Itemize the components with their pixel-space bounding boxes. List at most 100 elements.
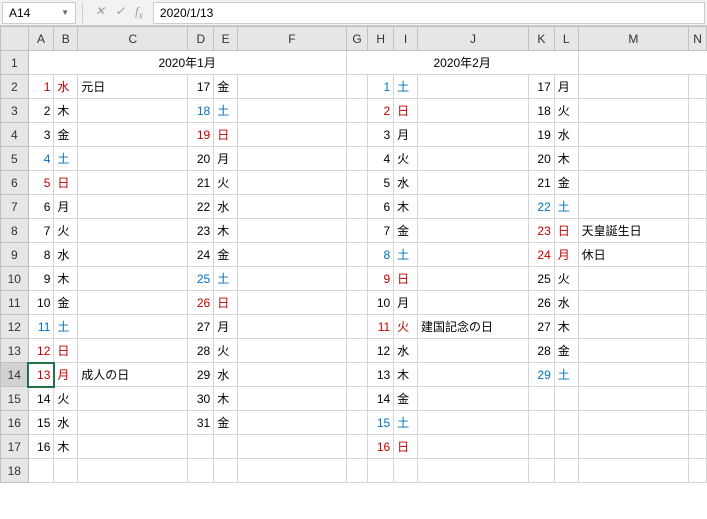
cell-J15[interactable] (418, 387, 529, 411)
cell-L11[interactable]: 水 (554, 291, 578, 315)
cell-D16[interactable]: 31 (188, 411, 214, 435)
row-header-13[interactable]: 13 (1, 339, 29, 363)
cell-M18[interactable] (578, 459, 689, 483)
cell-N9[interactable] (689, 243, 707, 267)
cell-I6[interactable]: 水 (394, 171, 418, 195)
cell-L13[interactable]: 金 (554, 339, 578, 363)
cell-I8[interactable]: 金 (394, 219, 418, 243)
cell-I14[interactable]: 木 (394, 363, 418, 387)
cell-J11[interactable] (418, 291, 529, 315)
cell-F8[interactable] (238, 219, 347, 243)
cell-D12[interactable]: 27 (188, 315, 214, 339)
cell-H5[interactable]: 4 (368, 147, 394, 171)
cell-K8[interactable]: 23 (528, 219, 554, 243)
cell-A15[interactable]: 14 (28, 387, 54, 411)
cell-N17[interactable] (689, 435, 707, 459)
cell-F13[interactable] (238, 339, 347, 363)
cell-N2[interactable] (689, 75, 707, 99)
cell-J17[interactable] (418, 435, 529, 459)
cell-E8[interactable]: 木 (214, 219, 238, 243)
col-header-G[interactable]: G (346, 27, 368, 51)
cell-N8[interactable] (689, 219, 707, 243)
cell-J5[interactable] (418, 147, 529, 171)
cell-I15[interactable]: 金 (394, 387, 418, 411)
cell-L2[interactable]: 月 (554, 75, 578, 99)
cell-E10[interactable]: 土 (214, 267, 238, 291)
fx-icon[interactable]: fx (135, 4, 143, 21)
cell-B4[interactable]: 金 (54, 123, 78, 147)
cell-J3[interactable] (418, 99, 529, 123)
cell-J7[interactable] (418, 195, 529, 219)
cell-F11[interactable] (238, 291, 347, 315)
cell-L4[interactable]: 水 (554, 123, 578, 147)
cell-G4[interactable] (346, 123, 368, 147)
cell-G5[interactable] (346, 147, 368, 171)
cell-E18[interactable] (214, 459, 238, 483)
cell-I3[interactable]: 日 (394, 99, 418, 123)
cell-F17[interactable] (238, 435, 347, 459)
cell-L18[interactable] (554, 459, 578, 483)
row-header-18[interactable]: 18 (1, 459, 29, 483)
cell-A3[interactable]: 2 (28, 99, 54, 123)
cell-A9[interactable]: 8 (28, 243, 54, 267)
row-header-12[interactable]: 12 (1, 315, 29, 339)
cell-G12[interactable] (346, 315, 368, 339)
cell-D7[interactable]: 22 (188, 195, 214, 219)
cell-I11[interactable]: 月 (394, 291, 418, 315)
cell-C8[interactable] (78, 219, 188, 243)
cell-H17[interactable]: 16 (368, 435, 394, 459)
cell-J6[interactable] (418, 171, 529, 195)
cell-A17[interactable]: 16 (28, 435, 54, 459)
cell-E3[interactable]: 土 (214, 99, 238, 123)
row-header-17[interactable]: 17 (1, 435, 29, 459)
cell-B14[interactable]: 月 (54, 363, 78, 387)
cell-A2[interactable]: 1 (28, 75, 54, 99)
cell-G13[interactable] (346, 339, 368, 363)
name-box-dropdown-icon[interactable]: ▼ (61, 8, 69, 17)
cell-I9[interactable]: 土 (394, 243, 418, 267)
cell-A4[interactable]: 3 (28, 123, 54, 147)
cell-A7[interactable]: 6 (28, 195, 54, 219)
cell-H18[interactable] (368, 459, 394, 483)
cell-A12[interactable]: 11 (28, 315, 54, 339)
cell-B11[interactable]: 金 (54, 291, 78, 315)
cell-F14[interactable] (238, 363, 347, 387)
cell-J16[interactable] (418, 411, 529, 435)
row-header-14[interactable]: 14 (1, 363, 29, 387)
cell-K11[interactable]: 26 (528, 291, 554, 315)
cell-H3[interactable]: 2 (368, 99, 394, 123)
cell-C7[interactable] (78, 195, 188, 219)
cell-F16[interactable] (238, 411, 347, 435)
cell-H15[interactable]: 14 (368, 387, 394, 411)
cell-L12[interactable]: 木 (554, 315, 578, 339)
select-all-corner[interactable] (1, 27, 29, 51)
cell-N13[interactable] (689, 339, 707, 363)
cell-G10[interactable] (346, 267, 368, 291)
cell-K5[interactable]: 20 (528, 147, 554, 171)
formula-input[interactable]: 2020/1/13 (153, 2, 705, 24)
cell-B18[interactable] (54, 459, 78, 483)
cell-E7[interactable]: 水 (214, 195, 238, 219)
cell-M16[interactable] (578, 411, 689, 435)
cell-K15[interactable] (528, 387, 554, 411)
cell-G11[interactable] (346, 291, 368, 315)
cell-I5[interactable]: 火 (394, 147, 418, 171)
cell-D6[interactable]: 21 (188, 171, 214, 195)
cell-I13[interactable]: 水 (394, 339, 418, 363)
cell-F7[interactable] (238, 195, 347, 219)
cell-C3[interactable] (78, 99, 188, 123)
cell-L9[interactable]: 月 (554, 243, 578, 267)
cell-G9[interactable] (346, 243, 368, 267)
cell-J12[interactable]: 建国記念の日 (418, 315, 529, 339)
cell-N5[interactable] (689, 147, 707, 171)
cell-M5[interactable] (578, 147, 689, 171)
cell-I16[interactable]: 土 (394, 411, 418, 435)
col-header-H[interactable]: H (368, 27, 394, 51)
cell-D10[interactable]: 25 (188, 267, 214, 291)
cell-I12[interactable]: 火 (394, 315, 418, 339)
cell-D13[interactable]: 28 (188, 339, 214, 363)
cell-D4[interactable]: 19 (188, 123, 214, 147)
cell-B16[interactable]: 水 (54, 411, 78, 435)
cell-F10[interactable] (238, 267, 347, 291)
col-header-E[interactable]: E (214, 27, 238, 51)
